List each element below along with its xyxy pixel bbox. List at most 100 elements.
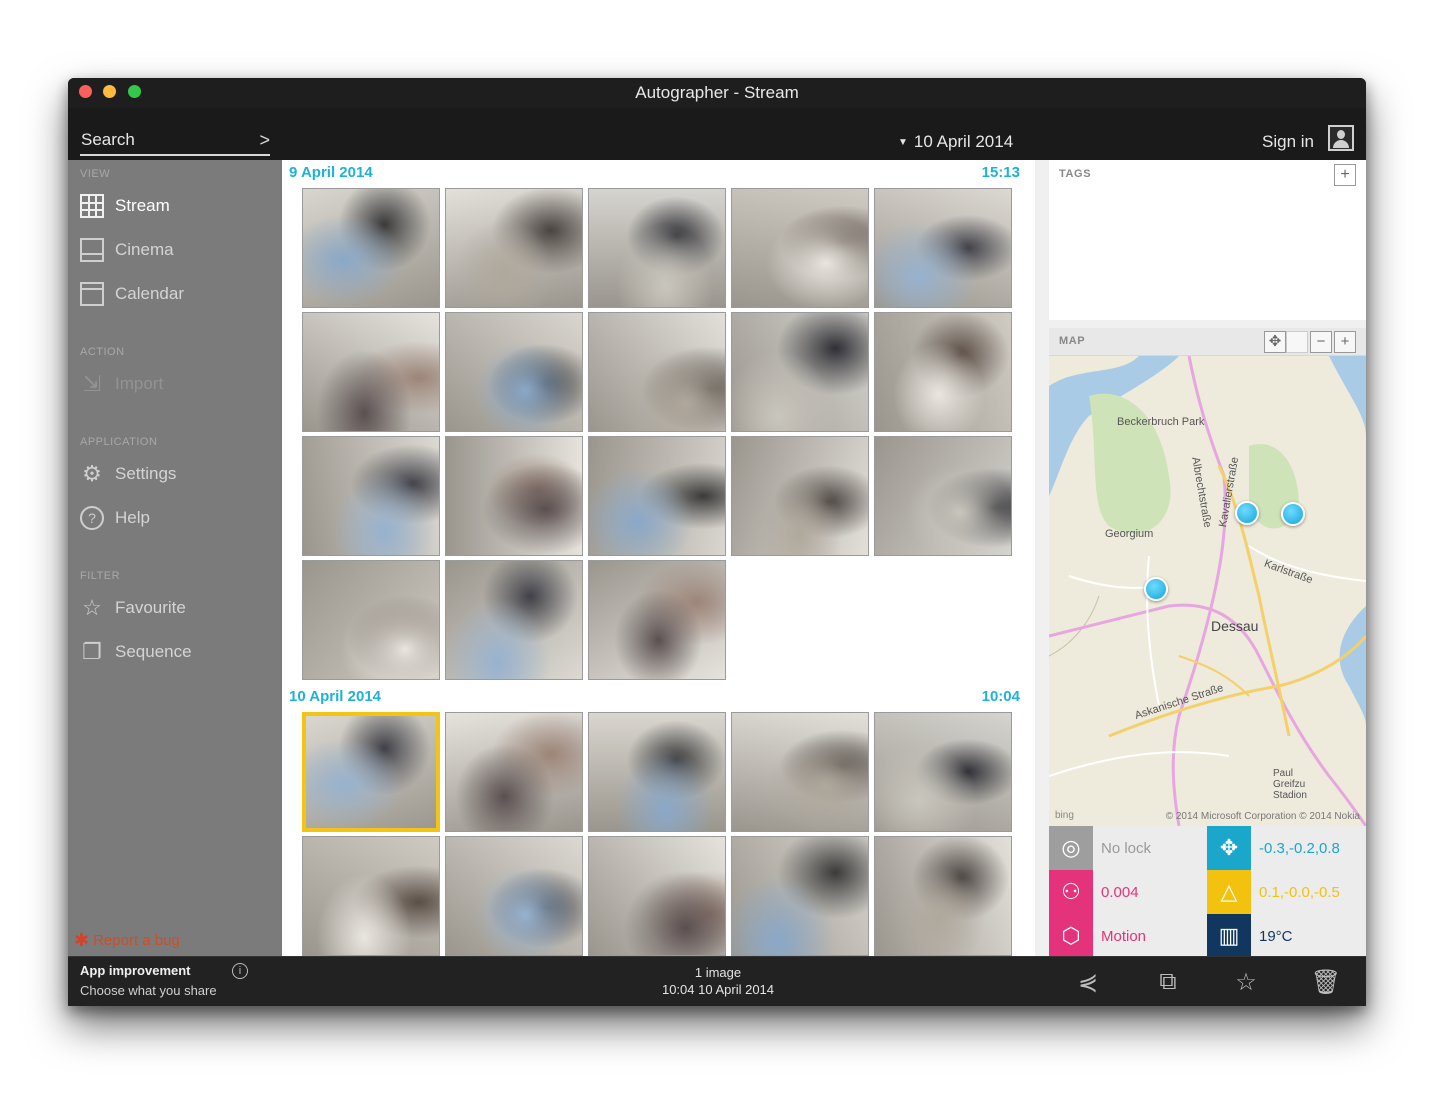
group-header: 10 April 2014 10:04 (282, 684, 1028, 708)
star-icon[interactable]: ☆ (1231, 967, 1261, 997)
map-move-button[interactable]: ✥ (1264, 331, 1286, 353)
group-date: 9 April 2014 (289, 164, 373, 181)
sidebar-item-help[interactable]: ? Help (79, 504, 150, 532)
photo-thumbnail[interactable] (302, 312, 440, 432)
group-time: 10:04 (981, 688, 1020, 705)
search-field[interactable]: Search > (80, 130, 270, 156)
map-pin[interactable] (1281, 502, 1305, 526)
photo-thumbnail[interactable] (445, 436, 583, 556)
report-bug-label: Report a bug (93, 932, 180, 949)
sidebar-item-label: Stream (115, 196, 170, 215)
sidebar-item-label: Favourite (115, 598, 186, 617)
sidebar-item-favourite[interactable]: ☆ Favourite (79, 594, 186, 622)
selection-timestamp: 10:04 10 April 2014 (661, 982, 775, 997)
photo-thumbnail[interactable] (302, 712, 440, 832)
sidebar-item-label: Help (115, 508, 150, 527)
photo-thumbnail[interactable] (731, 436, 869, 556)
tags-panel: TAGS + (1049, 160, 1366, 320)
help-icon: ? (79, 505, 105, 531)
photo-thumbnail[interactable] (731, 312, 869, 432)
photo-thumbnail[interactable] (445, 836, 583, 956)
sensor-value: 0.004 (1101, 883, 1139, 901)
sidebar-item-label: Cinema (115, 240, 174, 259)
sidebar-item-sequence[interactable]: ❐ Sequence (79, 638, 191, 666)
group-header: 9 April 2014 15:13 (282, 160, 1028, 184)
sidebar-item-calendar[interactable]: Calendar (79, 280, 184, 308)
sensor-value: -0.3,-0.2,0.8 (1259, 839, 1340, 857)
light-icon: ⚇ (1049, 870, 1093, 914)
photo-thumbnail[interactable] (445, 712, 583, 832)
toolbar: Search > ▼ 10 April 2014 Sign in (68, 108, 1366, 160)
photo-thumbnail[interactable] (874, 188, 1012, 308)
map-layer-button[interactable] (1286, 331, 1308, 353)
sensor-light: ⚇ 0.004 (1049, 870, 1207, 914)
section-label-application: APPLICATION (80, 436, 158, 448)
accelerometer-icon: ✥ (1207, 826, 1251, 870)
section-label-view: VIEW (80, 168, 111, 180)
map-zoom-out-button[interactable]: − (1310, 331, 1332, 353)
copy-icon[interactable]: ⧉ (1153, 967, 1183, 997)
sensor-value: 19°C (1259, 927, 1293, 945)
photo-thumbnail[interactable] (588, 560, 726, 680)
photo-thumbnail[interactable] (588, 712, 726, 832)
photo-thumbnail[interactable] (445, 188, 583, 308)
sidebar: VIEW Stream Cinema Calendar ACTION ⇲ Imp… (68, 160, 282, 956)
photo-thumbnail[interactable] (445, 312, 583, 432)
import-icon: ⇲ (82, 371, 102, 396)
temperature-icon: ▥ (1207, 914, 1251, 958)
search-label: Search (81, 130, 135, 149)
info-icon[interactable]: i (232, 963, 248, 979)
photo-thumbnail[interactable] (588, 836, 726, 956)
report-bug-link[interactable]: ✱ Report a bug (74, 930, 180, 951)
map-pin[interactable] (1235, 501, 1259, 525)
photo-thumbnail[interactable] (302, 436, 440, 556)
user-icon[interactable] (1328, 125, 1354, 151)
map-zoom-in-button[interactable]: + (1334, 331, 1356, 353)
gps-icon: ◎ (1049, 826, 1093, 870)
sensor-temperature: ▥ 19°C (1207, 914, 1365, 958)
sensor-value: 0.1,-0.0,-0.5 (1259, 883, 1340, 901)
photo-thumbnail[interactable] (588, 436, 726, 556)
sidebar-item-settings[interactable]: ⚙ Settings (79, 460, 176, 488)
photo-thumbnail[interactable] (874, 836, 1012, 956)
photo-thumbnail[interactable] (302, 188, 440, 308)
date-label: 10 April 2014 (913, 132, 1014, 151)
motion-icon: ⬡ (1049, 914, 1093, 958)
chevron-right-icon[interactable]: > (259, 130, 270, 151)
sensor-value: Motion (1101, 927, 1147, 945)
sensor-panel: ◎ No lock ✥ -0.3,-0.2,0.8 ⚇ 0.004 △ 0.1,… (1049, 826, 1366, 958)
bing-logo: bing (1055, 810, 1074, 821)
app-improvement-subtitle[interactable]: Choose what you share (80, 983, 217, 998)
sidebar-item-cinema[interactable]: Cinema (79, 236, 174, 264)
map-label-dessau: Dessau (1211, 618, 1259, 634)
date-selector[interactable]: ▼ 10 April 2014 (898, 132, 1013, 152)
calendar-icon (79, 281, 105, 307)
map-copyright: © 2014 Microsoft Corporation © 2014 Noki… (1165, 811, 1360, 822)
photo-thumbnail[interactable] (874, 712, 1012, 832)
app-window: Autographer - Stream Search > ▼ 10 April … (68, 78, 1366, 1006)
photo-thumbnail[interactable] (731, 836, 869, 956)
photo-thumbnail[interactable] (588, 188, 726, 308)
photo-thumbnail[interactable] (731, 188, 869, 308)
tags-label: TAGS (1059, 168, 1092, 180)
photo-thumbnail[interactable] (874, 436, 1012, 556)
share-icon[interactable]: ⋞ (1073, 967, 1103, 997)
photo-thumbnail[interactable] (302, 836, 440, 956)
photo-thumbnail[interactable] (588, 312, 726, 432)
sign-in-link[interactable]: Sign in (1262, 132, 1314, 152)
trash-icon[interactable]: 🗑 (1311, 967, 1341, 997)
title-bar: Autographer - Stream (68, 78, 1366, 108)
photo-thumbnail[interactable] (302, 560, 440, 680)
add-tag-button[interactable]: + (1334, 164, 1356, 186)
map-pin[interactable] (1144, 577, 1168, 601)
sidebar-item-import[interactable]: ⇲ Import (79, 370, 163, 398)
map-header: MAP ✥ − + (1049, 328, 1366, 356)
sensor-magnetometer: △ 0.1,-0.0,-0.5 (1207, 870, 1365, 914)
app-improvement-title: App improvement (80, 963, 191, 978)
photo-thumbnail[interactable] (874, 312, 1012, 432)
photo-thumbnail[interactable] (445, 560, 583, 680)
photo-thumbnail[interactable] (731, 712, 869, 832)
sensor-value: No lock (1101, 839, 1152, 857)
sidebar-item-stream[interactable]: Stream (79, 192, 170, 220)
map[interactable]: Beckerbruch Park Georgium Albrechtstraße… (1049, 356, 1366, 826)
